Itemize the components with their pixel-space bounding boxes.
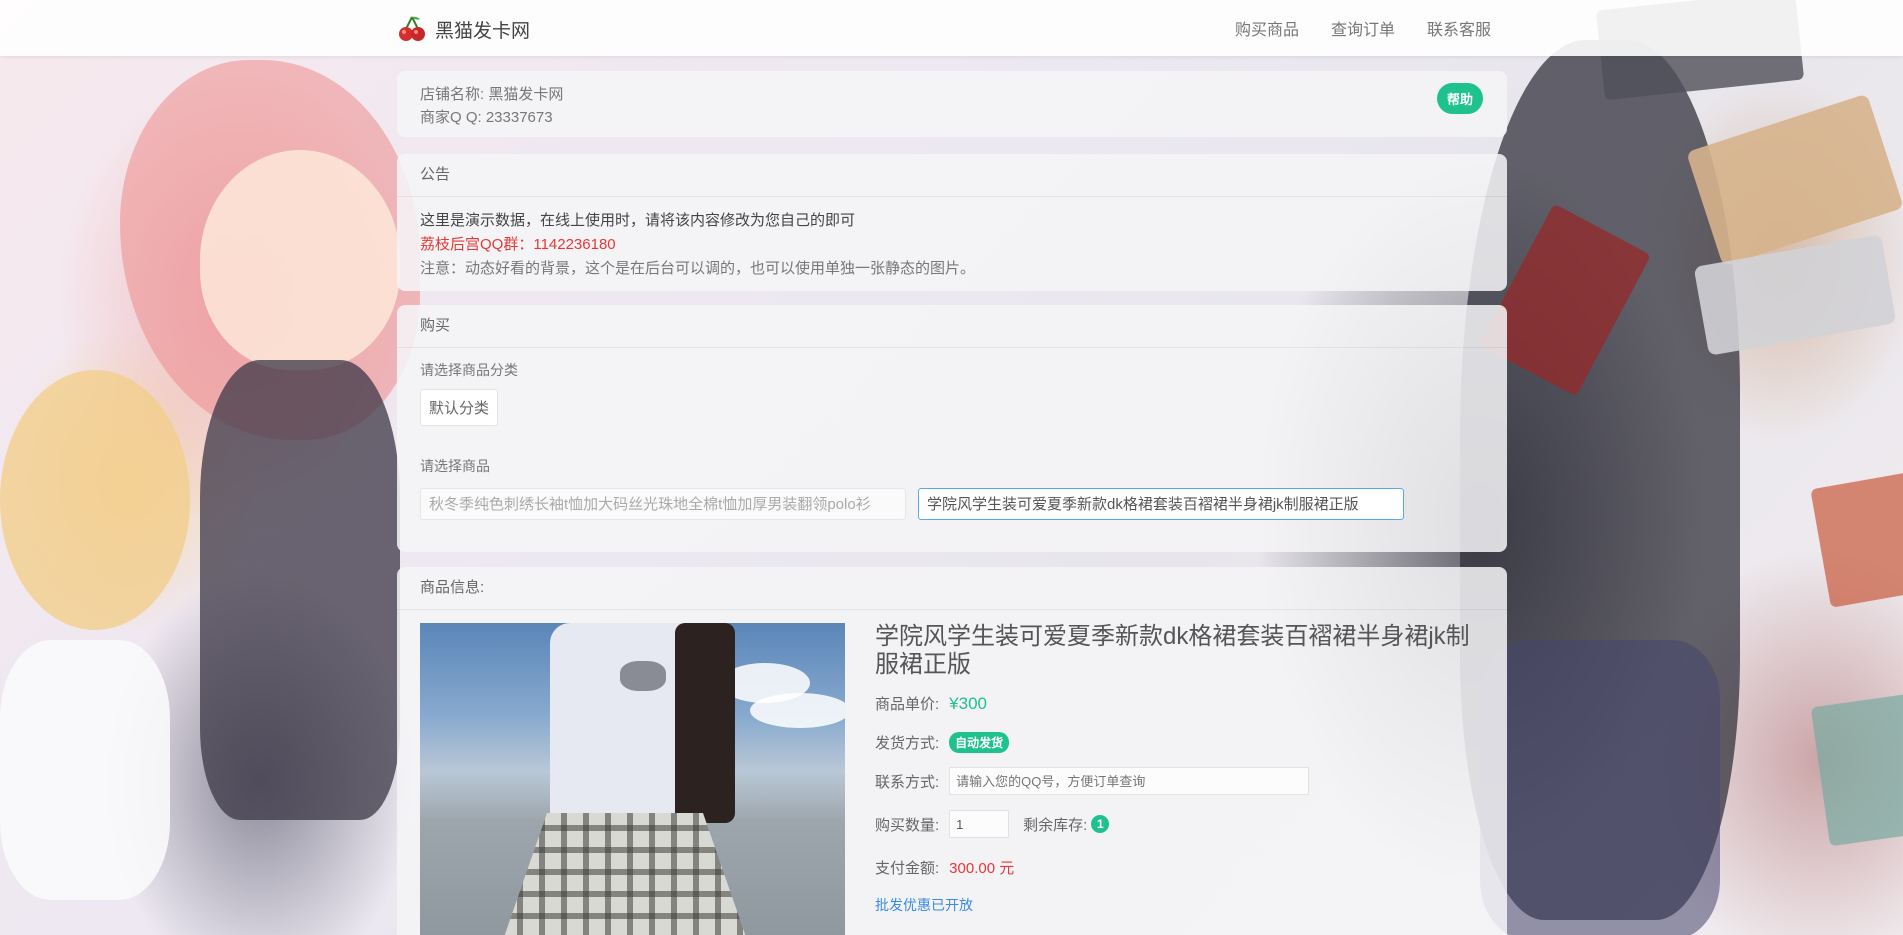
image-hair <box>675 623 735 823</box>
product-image <box>420 623 845 935</box>
brand[interactable]: 黑猫发卡网 <box>397 14 530 44</box>
contact-label: 联系方式: <box>875 773 940 791</box>
delivery-label: 发货方式: <box>875 735 940 752</box>
amount-row: 支付金额: 300.00 元 <box>875 857 1014 878</box>
shop-info-card: 店铺名称: 黑猫发卡网 商家Q Q: 23337673 帮助 <box>397 71 1507 137</box>
stock-label: 剩余库存: <box>1023 816 1088 834</box>
quantity-label: 购买数量: <box>875 816 940 834</box>
nav-link-contact-support[interactable]: 联系客服 <box>1427 16 1491 40</box>
cherry-logo-icon <box>397 14 427 44</box>
contact-qq-input[interactable] <box>949 767 1310 795</box>
goods-list: 秋冬季纯色刺绣长袖t恤加大码丝光珠地全棉t恤加厚男装翻领polo衫 学院风学生装… <box>420 488 1484 520</box>
nav-links: 购买商品 查询订单 联系客服 <box>1235 16 1491 40</box>
image-bow <box>620 661 666 691</box>
price-label: 商品单价: <box>875 696 940 713</box>
auto-delivery-badge: 自动发货 <box>949 732 1010 753</box>
image-cloud <box>750 693 845 728</box>
notice-card: 公告 这里是演示数据，在线上使用时，请将该内容修改为您自己的即可 荔枝后宫QQ群… <box>397 154 1507 291</box>
product-info-title: 商品信息: <box>397 567 1507 610</box>
notice-tip: 注意：动态好看的背景，这个是在后台可以调的，也可以使用单独一张静态的图片。 <box>420 260 976 277</box>
shop-name: 店铺名称: 黑猫发卡网 <box>420 86 564 103</box>
amount-label: 支付金额: <box>875 860 940 877</box>
price-row: 商品单价: ¥300 <box>875 693 987 714</box>
background-book <box>1810 693 1903 847</box>
product-info-card: 商品信息: 学院风学生装可爱夏季新款dk格裙套装百褶裙半身裙jk制服裙正版 商品… <box>397 567 1507 935</box>
stock-count-badge: 1 <box>1091 815 1110 833</box>
background-white-pillow <box>0 640 170 900</box>
shop-qq: 商家Q Q: 23337673 <box>420 109 553 126</box>
product-title: 学院风学生装可爱夏季新款dk格裙套装百褶裙半身裙jk制服裙正版 <box>875 623 1470 678</box>
category-label: 请选择商品分类 <box>420 362 518 378</box>
brand-name: 黑猫发卡网 <box>435 20 531 42</box>
delivery-row: 发货方式: 自动发货 <box>875 732 1010 753</box>
background-music-pillow <box>0 370 190 630</box>
nav-link-query-order[interactable]: 查询订单 <box>1331 16 1395 40</box>
notice-qq-group: 荔枝后宫QQ群：1142236180 <box>420 236 616 253</box>
wholesale-discount-link[interactable]: 批发优惠已开放 <box>875 895 973 915</box>
image-plaid-skirt <box>495 813 755 935</box>
price-value: ¥300 <box>949 693 987 713</box>
background-figure-left-coat <box>200 360 400 820</box>
goods-option[interactable]: 秋冬季纯色刺绣长袖t恤加大码丝光珠地全棉t恤加厚男装翻领polo衫 <box>420 488 906 520</box>
buy-title: 购买 <box>397 305 1507 348</box>
buy-card: 购买 请选择商品分类 默认分类 请选择商品 秋冬季纯色刺绣长袖t恤加大码丝光珠地… <box>397 305 1507 552</box>
goods-option-selected[interactable]: 学院风学生装可爱夏季新款dk格裙套装百褶裙半身裙jk制服裙正版 <box>918 488 1404 520</box>
nav-link-buy[interactable]: 购买商品 <box>1235 16 1299 40</box>
notice-title: 公告 <box>397 154 1507 197</box>
background-book <box>1810 472 1903 608</box>
help-button[interactable]: 帮助 <box>1436 83 1483 114</box>
notice-body: 这里是演示数据，在线上使用时，请将该内容修改为您自己的即可 荔枝后宫QQ群：11… <box>397 197 1507 293</box>
background-figure-right-skirt <box>1480 640 1720 935</box>
contact-row: 联系方式: <box>875 767 1310 795</box>
top-navbar: 黑猫发卡网 购买商品 查询订单 联系客服 <box>0 0 1903 56</box>
quantity-row: 购买数量: 剩余库存: 1 <box>875 810 1110 838</box>
amount-value: 300.00 元 <box>949 860 1015 877</box>
goods-label: 请选择商品 <box>420 458 490 474</box>
category-option-default[interactable]: 默认分类 <box>420 389 499 426</box>
discount-row: 批发优惠已开放 <box>875 895 973 915</box>
background-figure-left-face <box>200 150 400 370</box>
quantity-input[interactable] <box>949 810 1010 838</box>
notice-main-text: 这里是演示数据，在线上使用时，请将该内容修改为您自己的即可 <box>420 212 856 229</box>
buy-body: 请选择商品分类 默认分类 请选择商品 秋冬季纯色刺绣长袖t恤加大码丝光珠地全棉t… <box>397 348 1507 532</box>
